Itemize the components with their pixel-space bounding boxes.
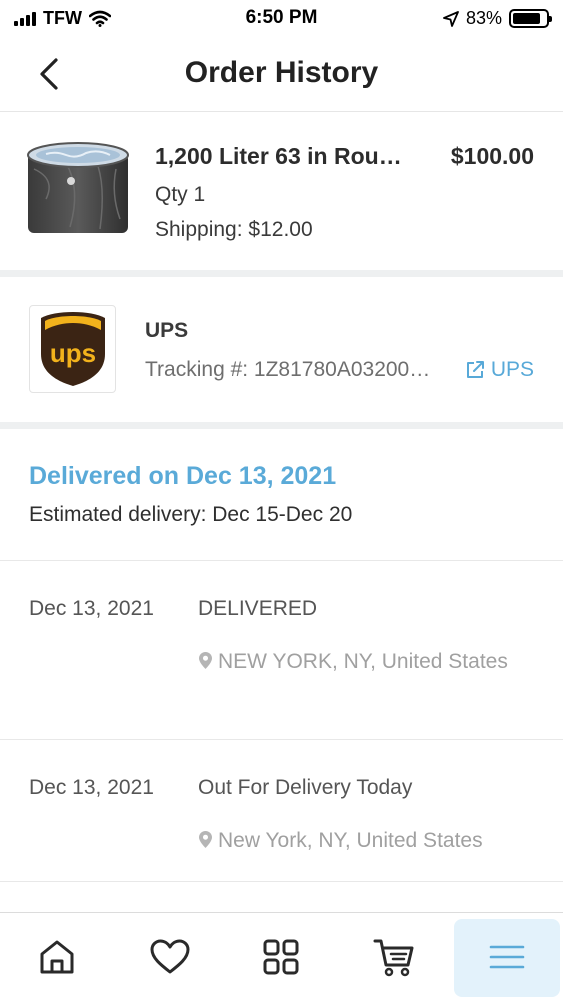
- external-link-icon: [466, 361, 484, 378]
- section-divider: [0, 270, 563, 277]
- tracking-event: Dec 13, 2021 DELIVERED NEW YORK, NY, Uni…: [0, 561, 563, 740]
- estimated-delivery-text: Estimated delivery: Dec 15-Dec 20: [29, 503, 353, 526]
- ups-link-label: UPS: [490, 358, 534, 381]
- event-location: New York, NY, United States: [198, 823, 518, 859]
- product-shipping: Shipping: $12.00: [155, 218, 313, 241]
- tracking-event: Dec 13, 2021 Out For Delivery Today New …: [0, 740, 563, 882]
- hot-tub-image: [26, 139, 130, 239]
- tab-home[interactable]: [35, 935, 79, 979]
- status-bar: TFW 6:50 PM 83%: [0, 0, 563, 38]
- battery-fill: [513, 13, 540, 24]
- tab-cart[interactable]: [372, 935, 416, 979]
- product-name: 1,200 Liter 63 in Round Inflatable Hot T…: [155, 143, 405, 169]
- heart-icon: [150, 939, 190, 974]
- map-pin-icon: [199, 652, 212, 669]
- battery-icon: [509, 9, 552, 28]
- tab-categories[interactable]: [259, 935, 303, 979]
- cart-icon: [373, 939, 414, 977]
- page-title: Order History: [184, 56, 379, 89]
- menu-icon: [489, 945, 525, 969]
- carrier-name: UPS: [145, 319, 189, 342]
- ups-logo-text: ups: [49, 338, 95, 368]
- event-status: DELIVERED: [198, 597, 318, 620]
- ups-shield-icon: ups: [40, 312, 105, 386]
- ups-tracking-link[interactable]: UPS: [465, 358, 534, 382]
- carrier-section: ups UPS Tracking #: 1Z81780A0320000000 U…: [0, 277, 563, 422]
- product-price: $100.00: [450, 143, 534, 169]
- map-pin-icon: [199, 831, 212, 848]
- order-product-card[interactable]: 1,200 Liter 63 in Round Inflatable Hot T…: [0, 113, 563, 270]
- tracking-number[interactable]: Tracking #: 1Z81780A0320000000: [145, 358, 440, 382]
- ups-logo: ups: [29, 305, 116, 393]
- product-quantity: Qty 1: [155, 183, 206, 206]
- event-status: Out For Delivery Today: [198, 776, 413, 799]
- bottom-tab-bar: [0, 912, 563, 1000]
- delivery-summary: Delivered on Dec 13, 2021 Estimated deli…: [0, 429, 563, 561]
- home-icon: [40, 940, 74, 974]
- delivered-on-text: Delivered on Dec 13, 2021: [29, 462, 337, 490]
- tab-favorites[interactable]: [148, 935, 192, 979]
- nav-header: Order History: [0, 38, 563, 112]
- location-arrow-icon: [443, 10, 459, 27]
- event-date: Dec 13, 2021: [29, 597, 154, 620]
- event-date: Dec 13, 2021: [29, 776, 154, 799]
- status-right: 83%: [443, 8, 552, 29]
- section-divider: [0, 422, 563, 429]
- grid-icon: [263, 939, 299, 975]
- event-location-text: NEW YORK, NY, United States: [218, 650, 508, 673]
- event-location: NEW YORK, NY, United States: [198, 644, 518, 680]
- event-location-text: New York, NY, United States: [218, 829, 483, 852]
- tab-menu[interactable]: [485, 935, 529, 979]
- battery-percent: 83%: [465, 8, 502, 28]
